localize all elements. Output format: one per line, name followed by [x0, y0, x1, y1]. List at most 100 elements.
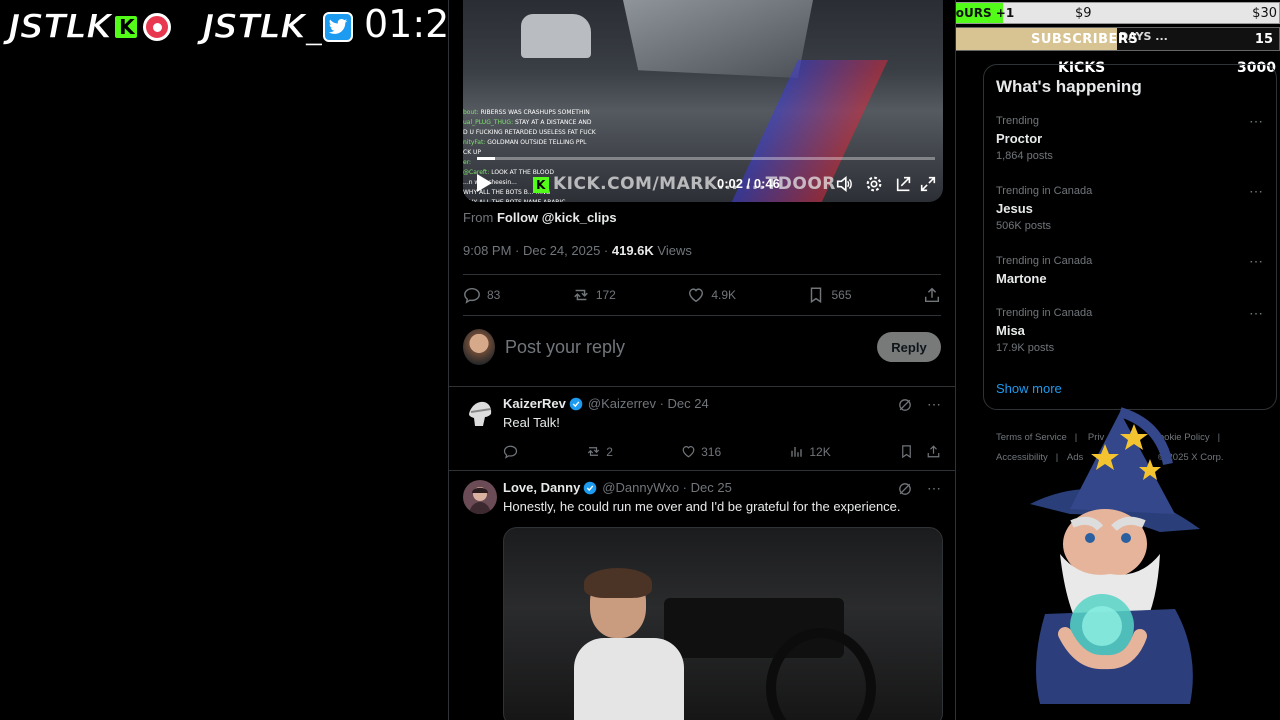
video-time: 0:02 / 0:46	[717, 176, 780, 191]
bookmark-icon[interactable]	[899, 444, 914, 459]
views-chart-icon	[791, 447, 803, 457]
video-car-white	[521, 14, 591, 58]
trend-count: 506K posts	[996, 220, 1052, 232]
picture-in-picture-icon[interactable]	[895, 175, 913, 193]
reply-author[interactable]: Love, Danny @DannyWxo · Dec 25	[503, 480, 732, 495]
show-more-link[interactable]: Show more	[996, 381, 1062, 396]
retweet-count: 172	[595, 288, 616, 302]
more-options-icon[interactable]: ⋯	[927, 480, 941, 497]
reply-media-image[interactable]	[503, 527, 943, 720]
whats-happening-title: What's happening	[996, 77, 1142, 96]
reply-author-name[interactable]: KaizerRev	[503, 396, 566, 411]
chat-user: er:	[463, 159, 472, 166]
reply-tools: ⋯	[897, 396, 941, 413]
reply-icon	[464, 287, 480, 304]
share-action[interactable]	[923, 286, 941, 304]
like-action[interactable]: 316	[681, 444, 721, 459]
reply-action[interactable]	[503, 444, 518, 459]
bookmark-action[interactable]: 565	[807, 286, 852, 304]
more-options-icon[interactable]: ⋯	[1249, 183, 1264, 200]
reply-button[interactable]: Reply	[877, 332, 941, 362]
trend-context: Trending	[996, 115, 1040, 127]
like-action[interactable]: 4.9K	[687, 286, 736, 304]
trend-count: 1,864 posts	[996, 150, 1053, 162]
chat-user: bout:	[463, 109, 481, 116]
reply-secondary-actions	[899, 444, 941, 459]
views-action[interactable]: 12K	[789, 444, 831, 459]
reply-actions: 2 316 12K	[503, 444, 941, 459]
video-watermark: K KICK.COM/MARK... ...TDOOR	[533, 174, 836, 194]
heart-icon	[682, 446, 695, 458]
trend-item[interactable]: Trending Proctor 1,864 posts ⋯	[996, 113, 1264, 162]
wizard-mascot-overlay	[1030, 407, 1200, 704]
reply-handle: @Kaizerrev · Dec 24	[587, 396, 709, 411]
tweet-actions: 83 172 4.9K 565	[463, 276, 941, 314]
chat-line: D U FUCKING RETARDED USELESS FAT FUCK	[463, 128, 633, 138]
views-count: 12K	[809, 444, 831, 459]
twitter-handle-text: JSTLK_	[201, 6, 323, 48]
follow-source-link[interactable]: Follow @kick_clips	[497, 210, 617, 225]
kick-logo-icon: K	[113, 14, 140, 40]
trend-count: 17.9K posts	[996, 342, 1055, 354]
verified-badge-icon	[583, 481, 597, 494]
play-icon[interactable]	[475, 173, 493, 193]
chat-message: D U FUCKING RETARDED USELESS FAT FUCK	[463, 129, 596, 136]
more-options-icon[interactable]: ⋯	[1249, 113, 1264, 130]
trend-topic: Martone	[996, 271, 1047, 286]
more-options-icon[interactable]: ⋯	[1249, 305, 1264, 322]
reply-avatar[interactable]	[463, 396, 497, 430]
retweet-action[interactable]: 2	[586, 444, 613, 459]
like-count: 316	[701, 444, 722, 459]
reply-tools: ⋯	[897, 480, 941, 497]
grok-icon[interactable]	[897, 481, 913, 497]
reply-tweet[interactable]: KaizerRev @Kaizerrev · Dec 24 ⋯ Real Tal…	[463, 396, 941, 466]
video-player[interactable]: bout: RIBERSS WAS CRASHUPS SOMETHIN ual_P…	[463, 0, 943, 202]
share-icon[interactable]	[926, 444, 941, 459]
trend-context: Trending in Canada	[996, 307, 1093, 319]
chat-message: WHY ALL THE BOTS NAME ARABIC	[463, 199, 565, 202]
retweet-count: 2	[606, 444, 613, 459]
video-progress-bar[interactable]	[477, 157, 935, 160]
more-options-icon[interactable]: ⋯	[927, 396, 941, 413]
main-timeline[interactable]: bout: RIBERSS WAS CRASHUPS SOMETHIN ual_P…	[448, 0, 956, 720]
person-shirt	[574, 638, 684, 720]
grok-icon[interactable]	[897, 397, 913, 413]
verified-badge-icon	[569, 397, 583, 410]
tweet-meta: 9:08 PM · Dec 24, 2025 · 419.6K Views	[463, 243, 692, 258]
reply-icon	[503, 445, 518, 459]
reply-handle: @DannyWxo · Dec 25	[602, 480, 732, 495]
reply-author[interactable]: KaizerRev @Kaizerrev · Dec 24	[503, 396, 709, 411]
user-avatar[interactable]	[463, 329, 495, 365]
kick-handle-text: JSTLK	[7, 6, 113, 48]
volume-icon[interactable]	[835, 175, 853, 193]
reply-input[interactable]: Post your reply	[505, 337, 877, 358]
person-figure	[574, 568, 694, 720]
subscribers-label: SUBSCRIBERS	[1031, 32, 1139, 47]
trend-topic: Proctor	[996, 131, 1043, 146]
chat-line: nityFat: GOLDMAN OUTSIDE TELLING PPL	[463, 138, 633, 148]
reply-avatar[interactable]	[463, 480, 497, 514]
whats-happening-panel: What's happening Trending Proctor 1,864 …	[983, 64, 1277, 410]
reply-text: Real Talk!	[503, 415, 560, 430]
reply-count: 83	[487, 288, 501, 302]
reply-action[interactable]: 83	[463, 286, 500, 304]
retweet-action[interactable]: 172	[572, 286, 616, 304]
stream-hours-mid: $9	[1075, 6, 1092, 21]
reply-text: Honestly, he could run me over and I'd b…	[503, 499, 901, 514]
twitter-bird-icon	[323, 12, 354, 42]
fullscreen-icon[interactable]	[919, 175, 937, 193]
more-options-icon[interactable]: ⋯	[1249, 253, 1264, 270]
tweet-timestamp[interactable]: 9:08 PM · Dec 24, 2025 ·	[463, 243, 612, 258]
bookmark-icon	[811, 287, 822, 304]
chat-line: bout: RIBERSS WAS CRASHUPS SOMETHIN	[463, 108, 633, 118]
trend-topic: Misa	[996, 323, 1025, 338]
settings-gear-icon[interactable]	[865, 175, 883, 193]
trend-item[interactable]: Trending in Canada Misa 17.9K posts ⋯	[996, 305, 1264, 354]
trend-item[interactable]: Trending in Canada Martone ⋯	[996, 253, 1264, 286]
reply-author-name[interactable]: Love, Danny	[503, 480, 580, 495]
twitter-handle: JSTLK_	[201, 6, 354, 48]
reply-tweet[interactable]: Love, Danny @DannyWxo · Dec 25 ⋯ Honestl…	[463, 480, 941, 520]
kick-watermark-icon: K	[533, 177, 549, 193]
trend-item[interactable]: Trending in Canada Jesus 506K posts ⋯	[996, 183, 1264, 232]
bookmark-count: 565	[831, 288, 852, 302]
